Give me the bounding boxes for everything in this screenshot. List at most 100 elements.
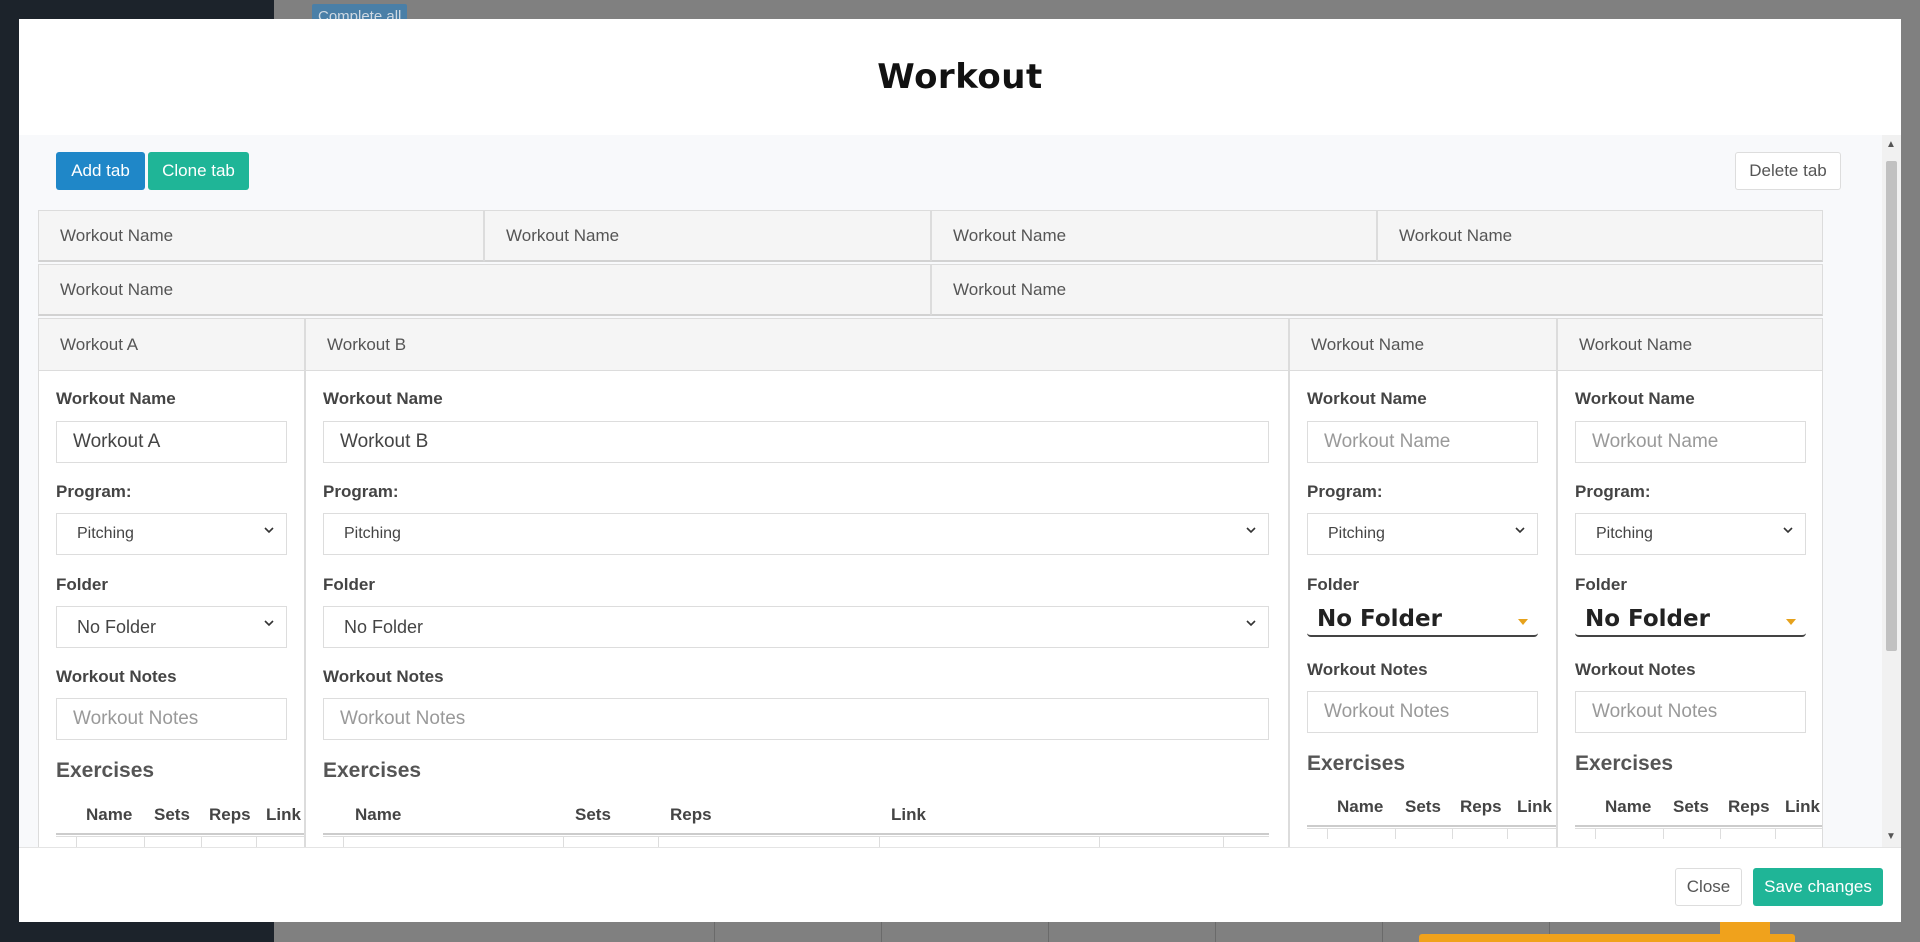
exercises-table-header: Name Sets Reps Link [1575, 787, 1822, 827]
column-sets-header: Sets [575, 805, 611, 824]
modal-header: Workout [19, 19, 1901, 135]
workout-name-input[interactable]: Workout B [323, 421, 1269, 463]
column-reps-header: Reps [1460, 797, 1502, 816]
workout-name-label: Workout Name [323, 389, 443, 408]
chevron-down-icon [264, 527, 274, 534]
table-row [323, 836, 1269, 847]
column-sets-header: Sets [154, 805, 190, 824]
column-link-header: Link [891, 805, 926, 824]
caret-down-icon [1786, 619, 1796, 625]
column-reps-header: Reps [209, 805, 251, 824]
column-name-header: Name [1337, 797, 1384, 816]
workout-notes-input[interactable]: Workout Notes [56, 698, 287, 740]
close-button[interactable]: Close [1675, 868, 1742, 906]
folder-value: No Folder [77, 616, 157, 637]
modal-body: Add tab Clone tab Delete tab Workout Nam… [19, 135, 1901, 847]
exercises-table-header: Name Sets Reps Link [56, 795, 304, 835]
program-label: Program: [56, 482, 132, 501]
scrollbar-thumb[interactable] [1886, 161, 1897, 651]
workout-name-label: Workout Name [1307, 389, 1427, 408]
program-select[interactable]: Pitching [323, 513, 1269, 555]
column-header: Workout Name [1558, 319, 1822, 371]
folder-value: No Folder [344, 616, 424, 637]
program-value: Pitching [344, 525, 401, 542]
workout-column-a: Workout A Workout Name Workout A Program… [38, 318, 305, 847]
background-grid-line [714, 922, 715, 942]
exercises-heading: Exercises [1575, 752, 1674, 775]
modal-footer: Close Save changes [19, 847, 1901, 922]
workout-notes-input[interactable]: Workout Notes [323, 698, 1269, 740]
column-link-header: Link [1517, 797, 1552, 816]
column-sets-header: Sets [1673, 797, 1709, 816]
modal-scrollbar[interactable]: ▲ ▼ [1882, 135, 1901, 847]
exercises-heading: Exercises [323, 759, 422, 782]
scroll-down-icon[interactable]: ▼ [1886, 831, 1896, 842]
background-grid-line [1215, 922, 1216, 942]
program-label: Program: [1575, 482, 1651, 501]
background-grid-line [881, 922, 882, 942]
chevron-down-icon [1783, 527, 1793, 534]
caret-down-icon [1518, 619, 1528, 625]
folder-select[interactable]: No Folder [323, 606, 1269, 648]
folder-select[interactable]: No Folder [56, 606, 287, 648]
program-label: Program: [1307, 482, 1383, 501]
workout-notes-label: Workout Notes [1307, 660, 1428, 679]
column-link-header: Link [1785, 797, 1820, 816]
column-name-header: Name [86, 805, 133, 824]
tab-workout-3[interactable]: Workout Name [931, 210, 1377, 262]
exercises-heading: Exercises [1307, 752, 1406, 775]
modal-title: Workout [877, 57, 1043, 97]
exercises-table-header: Name Sets Reps Link [323, 795, 1269, 835]
tab-workout-6[interactable]: Workout Name [931, 264, 1823, 316]
column-header: Workout B [306, 319, 1288, 371]
workout-name-input[interactable]: Workout A [56, 421, 287, 463]
folder-dropdown[interactable]: No Folder [1307, 603, 1538, 637]
program-value: Pitching [77, 525, 134, 542]
column-header: Workout Name [1290, 319, 1556, 371]
background-grid-line [1382, 922, 1383, 942]
workout-column-d: Workout Name Workout Name Workout Name P… [1557, 318, 1823, 847]
column-link-header: Link [266, 805, 301, 824]
folder-label: Folder [1307, 575, 1359, 594]
program-select[interactable]: Pitching [1575, 513, 1806, 555]
workout-name-input[interactable]: Workout Name [1307, 421, 1538, 463]
column-name-header: Name [1605, 797, 1652, 816]
clone-tab-button[interactable]: Clone tab [148, 152, 249, 190]
workout-column-b: Workout B Workout Name Workout B Program… [305, 318, 1289, 847]
exercises-heading: Exercises [56, 759, 155, 782]
program-select[interactable]: Pitching [56, 513, 287, 555]
folder-label: Folder [56, 575, 108, 594]
chevron-down-icon [1246, 527, 1256, 534]
chevron-down-icon [264, 620, 274, 627]
workout-name-label: Workout Name [1575, 389, 1695, 408]
workout-name-input[interactable]: Workout Name [1575, 421, 1806, 463]
chevron-down-icon [1515, 527, 1525, 534]
tab-workout-5[interactable]: Workout Name [38, 264, 931, 316]
folder-value: No Folder [1585, 606, 1710, 632]
scroll-up-icon[interactable]: ▲ [1886, 139, 1896, 150]
tab-workout-1[interactable]: Workout Name [38, 210, 484, 262]
workout-notes-label: Workout Notes [323, 667, 444, 686]
workout-notes-label: Workout Notes [1575, 660, 1696, 679]
workout-notes-label: Workout Notes [56, 667, 177, 686]
table-row [1307, 828, 1556, 839]
workout-modal: Workout Add tab Clone tab Delete tab Wor… [19, 19, 1901, 922]
column-reps-header: Reps [1728, 797, 1770, 816]
workout-name-label: Workout Name [56, 389, 176, 408]
folder-label: Folder [1575, 575, 1627, 594]
save-changes-button[interactable]: Save changes [1753, 868, 1883, 906]
folder-dropdown[interactable]: No Folder [1575, 603, 1806, 637]
program-select[interactable]: Pitching [1307, 513, 1538, 555]
workout-notes-input[interactable]: Workout Notes [1307, 691, 1538, 733]
background-grid-line [1048, 922, 1049, 942]
tab-workout-2[interactable]: Workout Name [484, 210, 931, 262]
tab-workout-4[interactable]: Workout Name [1377, 210, 1823, 262]
add-tab-button[interactable]: Add tab [56, 152, 145, 190]
table-row [56, 836, 304, 847]
workout-column-c: Workout Name Workout Name Workout Name P… [1289, 318, 1557, 847]
table-row [1575, 828, 1822, 839]
column-sets-header: Sets [1405, 797, 1441, 816]
exercises-table-header: Name Sets Reps Link [1307, 787, 1556, 827]
workout-notes-input[interactable]: Workout Notes [1575, 691, 1806, 733]
delete-tab-button[interactable]: Delete tab [1735, 152, 1841, 190]
